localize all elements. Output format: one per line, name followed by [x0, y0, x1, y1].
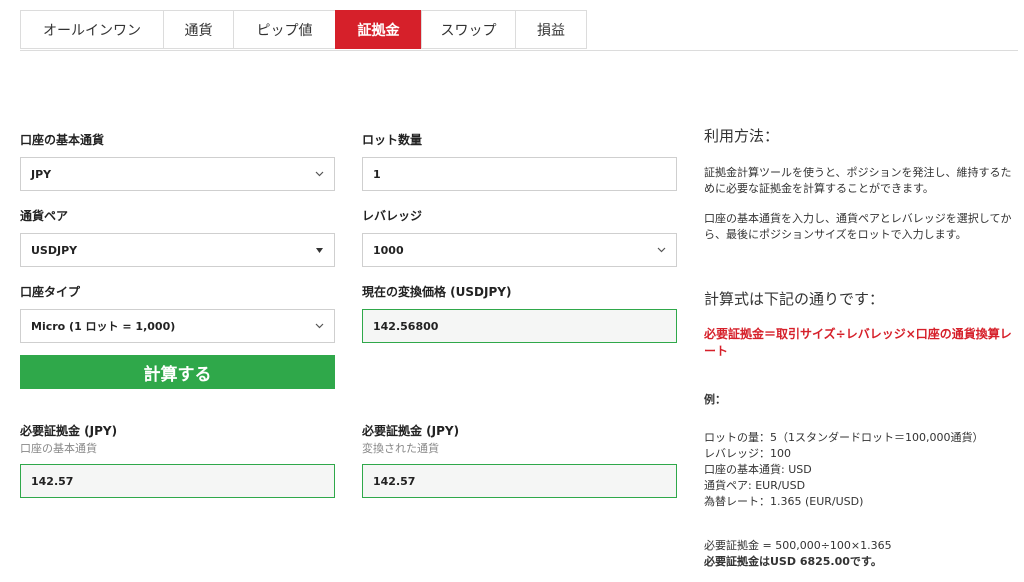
caret-down-icon	[314, 245, 324, 255]
tab-pip-value[interactable]: ピップ値	[233, 10, 335, 49]
usage-paragraph-1: 証拠金計算ツールを使うと、ポジションを発注し、維持するために必要な証拠金を計算す…	[704, 166, 1012, 195]
result-converted-label: 必要証拠金 (JPY)	[362, 424, 460, 438]
formula-title: 計算式は下記の通りです：	[704, 290, 885, 308]
account-type-value: Micro (1 ロット = 1,000)	[31, 320, 176, 333]
result-converted-sublabel: 変換された通貨	[362, 442, 439, 455]
tab-swap[interactable]: スワップ	[421, 10, 515, 49]
chevron-down-icon	[656, 245, 666, 255]
chevron-down-icon	[314, 321, 324, 331]
result-converted-field: 142.57	[362, 464, 677, 498]
lots-label: ロット数量	[362, 133, 423, 147]
example-line: 通貨ペア: EUR/USD	[704, 479, 806, 492]
rate-field: 142.56800	[362, 309, 677, 343]
example-title: 例：	[704, 393, 726, 406]
account-type-select[interactable]: Micro (1 ロット = 1,000)	[20, 309, 335, 343]
base-currency-select[interactable]: JPY	[20, 157, 335, 191]
pair-select[interactable]: USDJPY	[20, 233, 335, 267]
example-line: 口座の基本通貨: USD	[704, 463, 812, 476]
result-base-label: 必要証拠金 (JPY)	[20, 424, 118, 438]
base-currency-value: JPY	[31, 167, 52, 181]
usage-title: 利用方法：	[704, 127, 780, 145]
example-line: 為替レート：1.365 (EUR/USD)	[704, 495, 864, 508]
leverage-value: 1000	[373, 243, 404, 257]
usage-paragraph-2: 口座の基本通貨を入力し、通貨ペアとレバレッジを選択してから、最後にポジションサイ…	[704, 212, 1012, 241]
tab-profit-loss[interactable]: 損益	[515, 10, 587, 49]
rate-label: 現在の変換価格 (USDJPY)	[362, 285, 512, 299]
formula-text: 必要証拠金＝取引サイズ÷レバレッジ×口座の通貨換算レート	[704, 327, 1012, 358]
result-converted-value: 142.57	[373, 474, 416, 488]
rate-value: 142.56800	[373, 319, 439, 333]
account-type-label: 口座タイプ	[20, 285, 81, 299]
example-line: ロットの量：5（1スタンダードロット＝100,000通貨）	[704, 431, 984, 444]
result-base-field: 142.57	[20, 464, 335, 498]
result-base-sublabel: 口座の基本通貨	[20, 442, 97, 455]
tab-margin[interactable]: 証拠金	[335, 10, 421, 49]
leverage-label: レバレッジ	[362, 209, 423, 223]
pair-value: USDJPY	[31, 243, 78, 257]
leverage-select[interactable]: 1000	[362, 233, 677, 267]
lots-input[interactable]: 1	[362, 157, 677, 191]
result-base-value: 142.57	[31, 474, 74, 488]
lots-value: 1	[373, 167, 381, 181]
pair-label: 通貨ペア	[20, 209, 69, 223]
chevron-down-icon	[314, 169, 324, 179]
tab-all-in-one[interactable]: オールインワン	[20, 10, 163, 49]
base-currency-label: 口座の基本通貨	[20, 133, 105, 147]
example-line: レバレッジ：100	[704, 447, 791, 460]
calculator-tabs: オールインワン 通貨 ピップ値 証拠金 スワップ 損益	[20, 10, 587, 50]
calc-line: 必要証拠金 = 500,000÷100×1.365	[704, 539, 892, 552]
calculate-button[interactable]: 計算する	[20, 355, 335, 389]
tabs-divider	[20, 50, 1018, 51]
result-line: 必要証拠金はUSD 6825.00です。	[704, 555, 882, 568]
tab-currency[interactable]: 通貨	[163, 10, 233, 49]
